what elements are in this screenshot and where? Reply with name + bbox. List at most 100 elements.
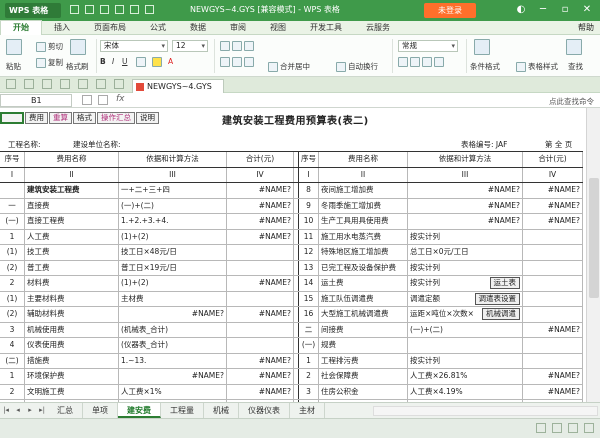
scroll-thumb[interactable] [589,178,599,298]
sheet-tab-quantity[interactable]: 工程量 [161,403,204,418]
undo-icon[interactable] [96,79,106,89]
recalc-button[interactable]: 重算 [49,112,72,124]
table-cell[interactable]: 规费 [319,338,408,353]
undo-icon[interactable] [130,5,139,14]
table-cell[interactable]: 运距×吨位×次数× 机械调遣 [408,307,523,322]
table-cell[interactable]: 一+二+三+四 [119,183,227,198]
table-cell[interactable]: 一 [0,198,25,213]
print-icon[interactable] [60,79,70,89]
soil-button[interactable]: 运土表 [489,277,520,289]
decimal-icon[interactable] [434,57,444,67]
table-cell[interactable]: #NAME? [523,322,583,337]
thousands-icon[interactable] [422,57,432,67]
table-cell[interactable]: 普工费 [25,260,119,275]
header-cell[interactable]: 依据和计算方法 [408,152,523,167]
table-cell[interactable]: 人工费×26.81% [408,369,523,384]
table-cell[interactable]: 主要材料费 [25,291,119,306]
table-cell[interactable]: 夜间施工增加费 [319,183,408,198]
next-sheet-icon[interactable]: ▸ [24,403,36,418]
table-cell[interactable]: #NAME? [227,276,294,291]
font-color-button[interactable]: A [168,57,173,66]
table-cell[interactable]: 12 [299,245,319,260]
table-cell[interactable]: 16 [299,307,319,322]
header-cell[interactable]: 序号 [299,152,319,167]
table-cell[interactable]: 3 [0,322,25,337]
zoom-in-icon[interactable] [584,423,594,433]
table-cell[interactable]: 机械使用费 [25,322,119,337]
table-cell[interactable]: #NAME? [523,384,583,399]
table-cell[interactable]: 施工用水电蒸汽费 [319,229,408,244]
sheet-select-cell[interactable] [0,112,24,124]
menu-cloud[interactable]: 云服务 [354,21,402,35]
wrap-button[interactable]: 自动换行 [336,61,378,72]
table-cell[interactable]: (机械表_合计) [119,322,227,337]
table-cell[interactable]: (1)+(2) [119,229,227,244]
menu-dev-tools[interactable]: 开发工具 [298,21,354,35]
sheet-tab-summary[interactable]: 汇总 [48,403,83,418]
table-cell[interactable]: 11 [299,229,319,244]
header-cell[interactable]: 合计(元) [227,152,294,167]
table-cell[interactable]: 调遣定额 调遣表设置 [408,291,523,306]
table-cell[interactable]: 人工费 [25,229,119,244]
horizontal-scrollbar[interactable] [373,406,598,416]
table-cell[interactable]: 措施费 [25,353,119,368]
table-cell[interactable] [227,291,294,306]
currency-icon[interactable] [398,57,408,67]
header-cell[interactable]: 费用名称 [319,152,408,167]
percent-icon[interactable] [410,57,420,67]
open-icon[interactable] [85,5,94,14]
sheet-tab-instrument[interactable]: 仪器仪表 [239,403,290,418]
help-label[interactable]: 帮助 [578,22,594,33]
table-cell[interactable]: 二 [299,322,319,337]
table-cell[interactable]: 按实计列 [408,260,523,275]
header-cell[interactable]: I [299,167,319,182]
table-cell[interactable]: (一) [0,214,25,229]
format-button[interactable]: 格式 [73,112,96,124]
table-cell[interactable]: 1 [299,353,319,368]
table-cell[interactable]: 1.+2.+3.+4. [119,214,227,229]
table-cell[interactable]: #NAME? [119,369,227,384]
table-cell[interactable]: 冬雨季施工增加费 [319,198,408,213]
table-cell[interactable] [523,229,583,244]
sheet-tab-material[interactable]: 主材 [290,403,325,418]
vertical-scrollbar[interactable] [586,108,600,402]
table-cell[interactable]: #NAME? [227,183,294,198]
header-cell[interactable]: 费用名称 [25,152,119,167]
table-cell[interactable]: #NAME? [227,229,294,244]
table-cell[interactable]: 材料费 [25,276,119,291]
table-cell[interactable]: 普工日×19元/日 [119,260,227,275]
table-cell[interactable]: 总工日×0元/工日 [408,245,523,260]
table-cell[interactable]: #NAME? [408,214,523,229]
format-painter-label[interactable]: 格式刷 [66,61,89,72]
paste-label[interactable]: 粘贴 [6,61,21,72]
outdent-icon[interactable] [232,57,242,67]
table-cell[interactable]: 生产工具用具使用费 [319,214,408,229]
table-cell[interactable]: 13 [299,260,319,275]
page-view-icon[interactable] [552,423,562,433]
cond-format-button[interactable] [474,39,492,55]
menu-home[interactable]: 开始 [0,20,42,35]
italic-button[interactable]: I [112,57,114,66]
explain-button[interactable]: 说明 [136,112,159,124]
header-cell[interactable]: 序号 [0,152,25,167]
table-cell[interactable] [523,291,583,306]
home-icon[interactable] [6,79,16,89]
fee-button[interactable]: 费用 [25,112,48,124]
cut-button[interactable]: 剪切 [36,41,63,52]
table-cell[interactable] [0,183,25,198]
document-tab[interactable]: NEWGYS~4.GYS [132,79,224,93]
header-cell[interactable]: III [408,167,523,182]
align-center-icon[interactable] [232,41,242,51]
table-cell[interactable]: 2 [0,276,25,291]
dispatch-button[interactable]: 调遣表设置 [474,292,520,305]
font-name-select[interactable]: 宋体 [100,40,168,52]
menu-review[interactable]: 审阅 [218,21,258,35]
save-icon[interactable] [100,5,109,14]
sheet-tab-single[interactable]: 单项 [83,403,118,418]
table-cell[interactable]: 直接费 [25,198,119,213]
table-cell[interactable] [523,245,583,260]
table-style-button[interactable]: 表格样式 [516,61,558,72]
app-logo[interactable]: WPS 表格 [5,3,61,18]
table-cell[interactable] [523,276,583,291]
table-cell[interactable]: #NAME? [523,214,583,229]
